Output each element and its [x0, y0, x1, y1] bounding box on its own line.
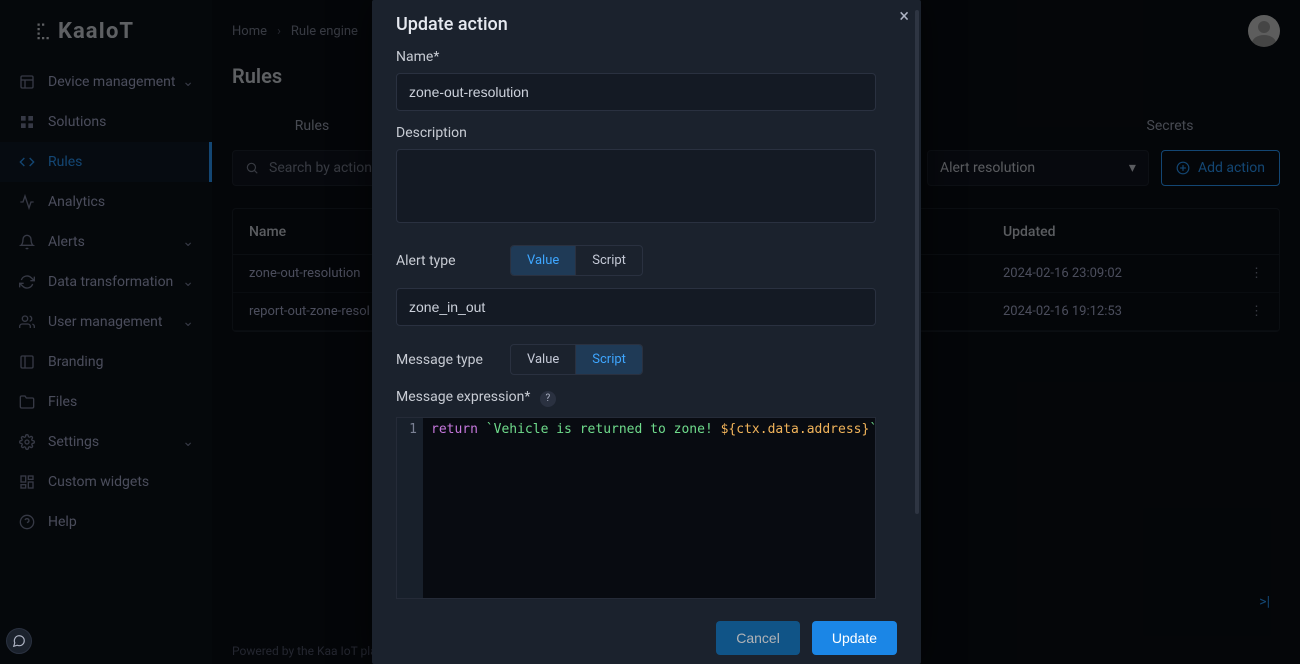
description-input[interactable] — [396, 149, 876, 223]
modal-title: Update action — [396, 14, 897, 35]
help-icon[interactable]: ? — [540, 391, 556, 407]
close-icon[interactable]: × — [899, 6, 909, 27]
line-gutter: 1 — [397, 418, 423, 598]
update-button[interactable]: Update — [812, 621, 897, 655]
message-type-label: Message type — [396, 352, 510, 368]
message-type-script-option[interactable]: Script — [575, 345, 642, 374]
code-editor[interactable]: 1 return `Vehicle is returned to zone! $… — [396, 417, 876, 599]
scrollbar[interactable] — [915, 10, 919, 514]
alert-type-toggle: Value Script — [510, 245, 643, 276]
alert-type-label: Alert type — [396, 253, 510, 269]
message-expression-label: Message expression ? — [396, 389, 897, 407]
alert-type-input[interactable] — [396, 288, 876, 326]
alert-type-value-option[interactable]: Value — [511, 246, 575, 275]
update-action-modal: × Update action Name Description Alert t… — [372, 0, 921, 664]
code-content[interactable]: return `Vehicle is returned to zone! ${c… — [423, 418, 875, 598]
name-input[interactable] — [396, 73, 876, 111]
alert-type-script-option[interactable]: Script — [575, 246, 642, 275]
message-type-toggle: Value Script — [510, 344, 643, 375]
cancel-button[interactable]: Cancel — [716, 621, 800, 655]
description-label: Description — [396, 125, 897, 141]
chat-bubble-icon[interactable] — [6, 628, 32, 654]
name-label: Name — [396, 49, 897, 65]
message-type-value-option[interactable]: Value — [511, 345, 575, 374]
